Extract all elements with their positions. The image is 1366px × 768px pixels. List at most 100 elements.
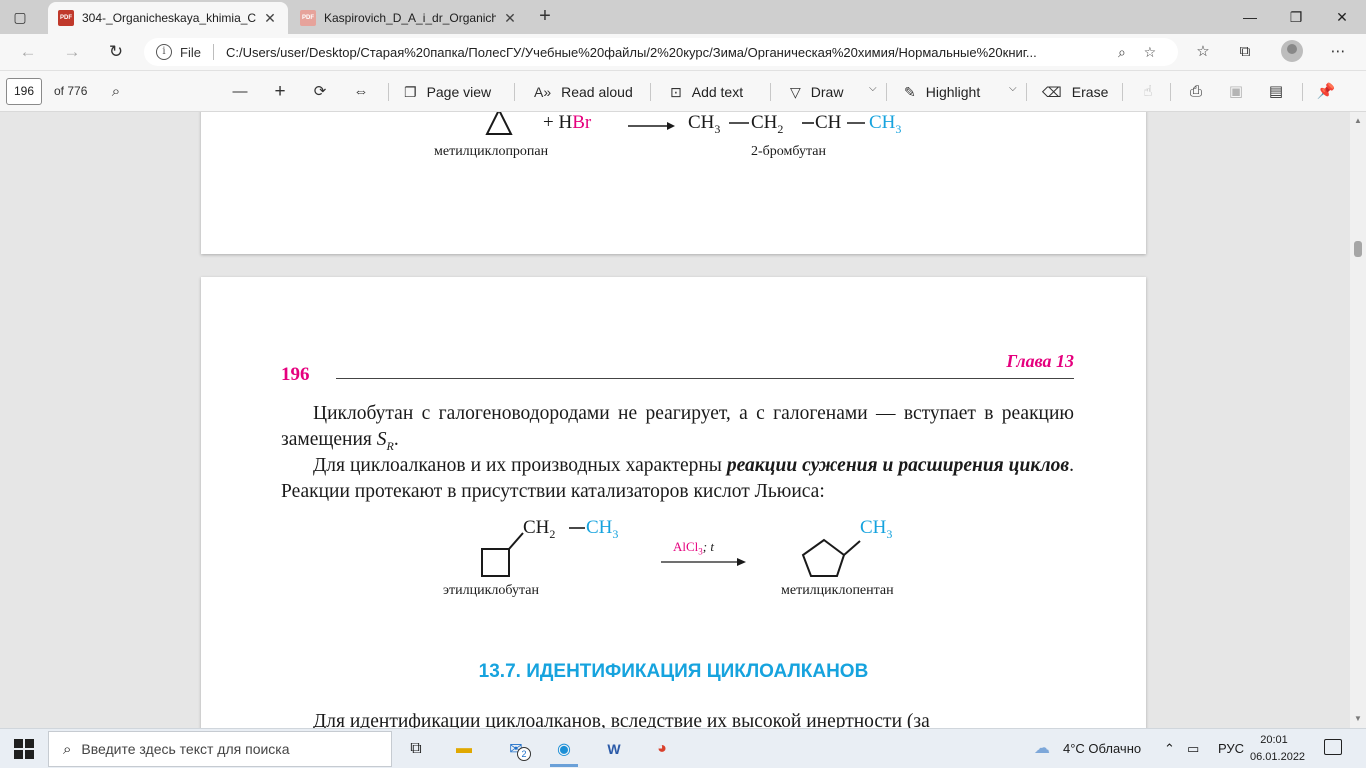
- collections-icon[interactable]: ⧉: [1232, 40, 1258, 64]
- scrollbar[interactable]: ▲ ▼: [1350, 112, 1366, 728]
- reaction-diagram: [485, 112, 865, 135]
- divider: [212, 44, 214, 60]
- language-indicator[interactable]: РУС: [1218, 741, 1244, 756]
- page-view-button[interactable]: ❐ Page view: [404, 81, 491, 103]
- divider: [1302, 83, 1303, 101]
- catalyst-label: AlCl3; t: [673, 539, 714, 557]
- close-icon[interactable]: ✕: [262, 10, 278, 27]
- bond-line: [843, 540, 861, 556]
- tab-organicheskaya[interactable]: PDF 304-_Organicheskaya_khimia_Ch ✕: [48, 2, 288, 34]
- minimize-button[interactable]: —: [1228, 4, 1272, 30]
- plus-h: + H: [543, 112, 573, 133]
- touch-icon[interactable]: ☝: [1138, 81, 1158, 103]
- zoom-out-icon[interactable]: —: [230, 81, 250, 103]
- ch2-text: CH: [751, 112, 778, 133]
- favorites-icon[interactable]: ☆: [1190, 40, 1216, 64]
- draw-icon: ▽: [790, 83, 801, 100]
- scroll-up-icon[interactable]: ▲: [1354, 116, 1362, 125]
- rotate-icon[interactable]: ⟳: [310, 81, 330, 103]
- pdf-page-current: Глава 13 196 Циклобутан с галогеноводоро…: [201, 277, 1146, 728]
- ch2: CH2: [751, 112, 783, 137]
- search-icon[interactable]: ⌕: [106, 81, 126, 103]
- catalyst-temp: ; t: [702, 539, 714, 554]
- scroll-down-icon[interactable]: ▼: [1354, 714, 1362, 723]
- clock-date: 06.01.2022: [1250, 751, 1306, 763]
- close-window-button[interactable]: ✕: [1320, 4, 1364, 30]
- url-scheme: File: [180, 44, 201, 60]
- chevron-down-icon[interactable]: ⌵: [1009, 83, 1017, 94]
- print-icon[interactable]: ⎙: [1186, 81, 1206, 103]
- chevron-down-icon[interactable]: ⌵: [869, 83, 877, 94]
- more-icon[interactable]: ⋯: [1325, 40, 1351, 64]
- ch: CH: [815, 112, 842, 133]
- windows-start-icon[interactable]: [14, 739, 34, 759]
- divider: [886, 83, 887, 101]
- weather-text[interactable]: 4°C Облачно: [1063, 741, 1141, 756]
- page-count: of 776: [54, 84, 88, 98]
- reactant-name: метилциклопропан: [434, 144, 549, 159]
- highlight-button[interactable]: ✎ Highlight: [904, 81, 980, 103]
- word-icon[interactable]: W: [594, 733, 634, 765]
- battery-icon[interactable]: ▭: [1187, 741, 1199, 757]
- url-text[interactable]: C:/Users/user/Desktop/Старая%20папка/Пол…: [226, 45, 1106, 60]
- edge-icon[interactable]: ◉: [544, 733, 584, 767]
- add-text-icon: ⊡: [670, 83, 682, 100]
- pdf-icon: PDF: [58, 10, 74, 26]
- search-icon: ⌕: [63, 740, 72, 758]
- taskbar-search-input[interactable]: ⌕ Введите здесь текст для поиска: [48, 731, 392, 767]
- bond-line: [508, 532, 524, 550]
- tab-strip: ▢ PDF 304-_Organicheskaya_khimia_Ch ✕ PD…: [0, 0, 1366, 34]
- refresh-button[interactable]: ↻: [104, 40, 128, 64]
- pdf-page-previous: + HBr CH3 CH2 CH CH3 метилциклопропан 2-…: [201, 112, 1146, 254]
- chrome-icon[interactable]: ◕: [642, 733, 682, 765]
- forward-button[interactable]: →: [60, 40, 84, 64]
- file-explorer-icon[interactable]: ▬: [444, 733, 484, 765]
- reactant-name: этилциклобутан: [443, 583, 539, 598]
- add-favorite-icon[interactable]: ☆: [1138, 44, 1162, 61]
- save-as-icon[interactable]: ▤: [1266, 81, 1286, 103]
- paragraph-3: Для идентификации циклоалканов, вследств…: [281, 709, 1074, 728]
- add-text-label: Add text: [691, 84, 744, 100]
- restore-button[interactable]: ❐: [1274, 4, 1318, 30]
- taskbar: ⌕ Введите здесь текст для поиска ⧉ ▬ ✉ 2 …: [0, 728, 1366, 768]
- pdf-viewer[interactable]: + HBr CH3 CH2 CH CH3 метилциклопропан 2-…: [0, 112, 1366, 728]
- scheme-ch3: CH3: [586, 517, 618, 542]
- subscript: 2: [777, 121, 784, 136]
- fit-to-page-icon[interactable]: ⇔: [350, 81, 372, 103]
- tab-actions-icon[interactable]: ▢: [10, 7, 30, 27]
- subscript: 2: [549, 526, 556, 541]
- notification-icon[interactable]: [1324, 739, 1342, 755]
- tab-title: Kaspirovich_D_A_i_dr_Organiche: [324, 11, 496, 25]
- mail-badge: 2: [517, 747, 531, 761]
- zoom-icon[interactable]: ⌕: [1110, 44, 1134, 61]
- save-icon[interactable]: ▣: [1226, 81, 1246, 103]
- chevron-up-icon[interactable]: ⌃: [1164, 741, 1175, 757]
- ch3-text: CH: [586, 517, 613, 538]
- clock-time: 20:01: [1260, 734, 1288, 746]
- avatar[interactable]: [1281, 40, 1303, 62]
- cyclobutane-ring: [481, 548, 510, 577]
- back-button[interactable]: ←: [16, 40, 40, 64]
- new-tab-button[interactable]: +: [534, 6, 556, 28]
- info-icon[interactable]: i: [156, 44, 172, 60]
- read-aloud-button[interactable]: A» Read aloud: [534, 81, 633, 103]
- erase-button[interactable]: ⌫ Erase: [1042, 81, 1108, 103]
- task-view-icon[interactable]: ⧉: [396, 733, 436, 765]
- draw-button[interactable]: ▽ Draw: [790, 81, 843, 103]
- scrollbar-thumb[interactable]: [1354, 241, 1362, 257]
- add-text-button[interactable]: ⊡ Add text: [670, 81, 743, 103]
- zoom-in-icon[interactable]: +: [270, 81, 290, 103]
- clock[interactable]: 20:01 06.01.2022: [1250, 732, 1306, 766]
- url-box[interactable]: i File C:/Users/user/Desktop/Старая%20па…: [144, 38, 1178, 66]
- close-icon[interactable]: ✕: [502, 10, 518, 27]
- page-number-input[interactable]: 196: [6, 78, 42, 105]
- mail-icon[interactable]: ✉ 2: [496, 733, 536, 765]
- cyclopropane-ring: [485, 112, 513, 135]
- product-name: метилциклопентан: [781, 583, 894, 598]
- pin-icon[interactable]: 📌: [1316, 81, 1336, 103]
- pdf-icon: PDF: [300, 10, 316, 26]
- divider: [514, 83, 515, 101]
- tab-kaspirovich[interactable]: PDF Kaspirovich_D_A_i_dr_Organiche ✕: [290, 2, 528, 34]
- product-ch3: CH3: [860, 517, 892, 542]
- weather-cloud-icon[interactable]: ☁: [1034, 738, 1050, 758]
